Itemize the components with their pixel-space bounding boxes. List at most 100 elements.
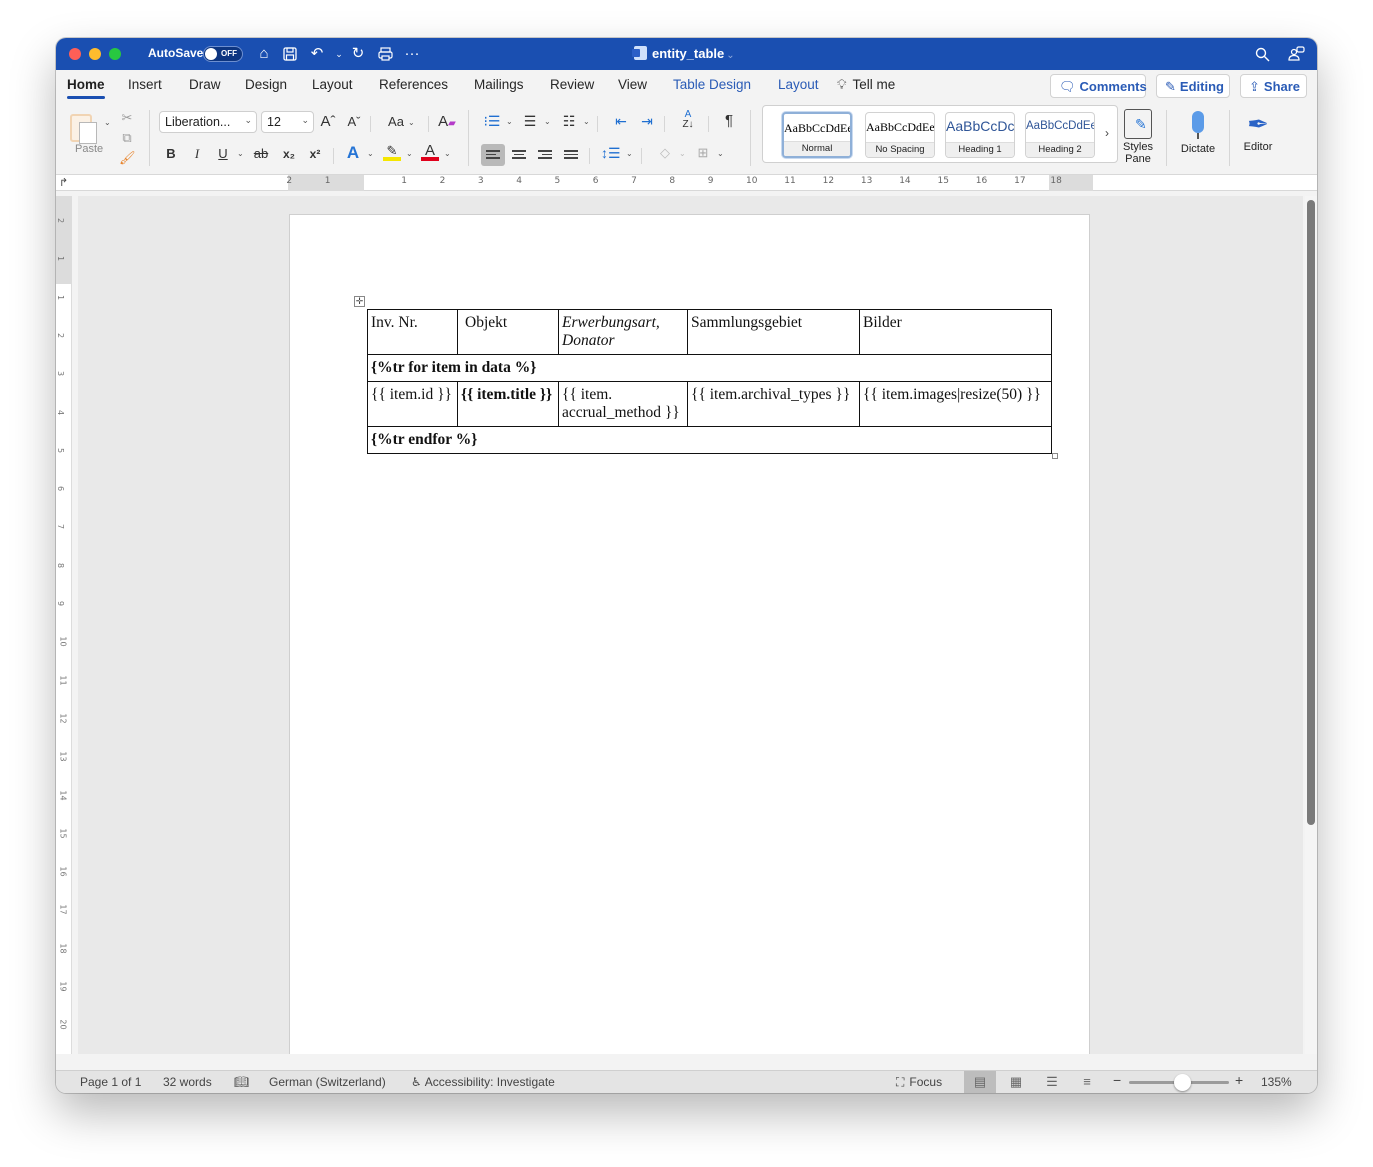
more-icon[interactable]: ··· [402, 44, 422, 64]
tell-me-search[interactable]: 💡︎ Tell me [837, 77, 895, 93]
vertical-ruler[interactable]: 2 1 1 2 3 4 5 6 7 8 9 10 11 12 13 14 15 16 17 18 19 20 [56, 196, 72, 1054]
style-heading-2[interactable]: AaBbCcDdEe Heading 2 [1025, 112, 1095, 158]
superscript-button[interactable]: x² [306, 145, 324, 163]
copy-icon[interactable]: ⧉ [119, 130, 135, 146]
share-button[interactable]: ⇪ Share [1240, 74, 1307, 98]
draft-view-icon[interactable]: ≡ [1071, 1071, 1103, 1093]
underline-button[interactable]: U [216, 145, 230, 163]
minimize-window-button[interactable] [89, 48, 101, 60]
loop-start-cell[interactable]: {%tr for item in data %} [367, 354, 1052, 382]
document-title[interactable]: entity_table ⌄ [632, 46, 735, 61]
style-no-spacing[interactable]: AaBbCcDdEe No Spacing [865, 112, 935, 158]
cell-item-archival-types[interactable]: {{ item.archival_types }} [687, 381, 860, 427]
align-right-icon[interactable] [538, 150, 552, 162]
redo-icon[interactable]: ↻ [348, 44, 368, 64]
print-icon[interactable] [375, 44, 395, 64]
chevron-down-icon[interactable]: ⌄ [444, 149, 451, 158]
bold-button[interactable]: B [164, 145, 178, 163]
proofing-icon[interactable]: 📖︎ [234, 1075, 249, 1089]
font-color-icon[interactable]: A [421, 142, 439, 161]
show-formatting-marks-icon[interactable]: ¶ [721, 112, 737, 130]
loop-end-cell[interactable]: {%tr endfor %} [367, 426, 1052, 454]
line-spacing-icon[interactable]: ↕☰ [601, 144, 621, 162]
decrease-indent-icon[interactable]: ⇤ [612, 112, 630, 130]
chevron-down-icon[interactable]: ⌄ [583, 117, 590, 126]
search-icon[interactable] [1252, 44, 1272, 64]
format-painter-icon[interactable]: 🖌︎ [119, 150, 136, 166]
close-window-button[interactable] [69, 48, 81, 60]
styles-pane-button[interactable]: ✎ Styles Pane [1122, 107, 1154, 165]
accessibility-status[interactable]: ♿︎ Accessibility: Investigate [411, 1075, 555, 1089]
undo-dropdown-chevron-icon[interactable]: ⌄ [329, 44, 349, 64]
bullets-icon[interactable]: ⁝☰ [483, 112, 501, 130]
shading-icon[interactable]: ◇ [656, 144, 674, 162]
autosave-toggle[interactable]: OFF [203, 46, 243, 62]
table-resize-handle[interactable] [1052, 453, 1058, 459]
vertical-scrollbar[interactable] [1305, 196, 1317, 1054]
page-count[interactable]: Page 1 of 1 [80, 1075, 141, 1089]
word-count[interactable]: 32 words [163, 1075, 212, 1089]
strikethrough-button[interactable]: ab [252, 145, 270, 163]
tab-insert[interactable]: Insert [128, 77, 162, 92]
tab-mailings[interactable]: Mailings [474, 77, 524, 92]
subscript-button[interactable]: x₂ [280, 145, 298, 163]
font-size-select[interactable]: 12 ⌄ [261, 111, 314, 133]
tab-draw[interactable]: Draw [189, 77, 221, 92]
tab-view[interactable]: View [618, 77, 647, 92]
align-center-icon[interactable] [512, 150, 526, 162]
horizontal-ruler[interactable]: ↱ 2 1 1 2 3 4 5 6 7 8 9 10 11 12 13 14 15 16 17 18 [56, 174, 1317, 191]
header-cell-bilder[interactable]: Bilder [859, 309, 1052, 355]
zoom-percent[interactable]: 135% [1261, 1075, 1292, 1089]
multilevel-list-icon[interactable]: ☷ [560, 112, 578, 130]
focus-button[interactable]: ⛶ Focus [896, 1075, 942, 1090]
header-cell-inv-nr[interactable]: Inv. Nr. [367, 309, 458, 355]
outline-view-icon[interactable]: ☰ [1036, 1071, 1068, 1093]
chevron-down-icon[interactable]: ⌄ [406, 149, 413, 158]
comments-button[interactable]: 🗨︎ Comments [1050, 74, 1147, 98]
tab-references[interactable]: References [379, 77, 448, 92]
print-layout-view-icon[interactable]: ▤ [964, 1071, 996, 1093]
numbering-icon[interactable]: ☰ [521, 112, 539, 130]
header-cell-erwerbungsart[interactable]: Erwerbungsart, Donator [558, 309, 688, 355]
tab-home[interactable]: Home [67, 77, 105, 99]
account-icon[interactable] [1286, 44, 1306, 64]
chevron-down-icon[interactable]: ⌄ [506, 117, 513, 126]
zoom-slider-thumb[interactable] [1174, 1074, 1191, 1091]
zoom-in-icon[interactable]: + [1235, 1072, 1243, 1088]
save-icon[interactable] [280, 44, 300, 64]
increase-indent-icon[interactable]: ⇥ [638, 112, 656, 130]
chevron-down-icon[interactable]: ⌄ [367, 149, 374, 158]
chevron-down-icon[interactable]: ⌄ [717, 149, 724, 158]
gallery-next-chevron-icon[interactable]: › [1105, 126, 1109, 140]
maximize-window-button[interactable] [109, 48, 121, 60]
tab-table-layout[interactable]: Layout [778, 77, 819, 92]
justify-icon[interactable] [564, 150, 578, 162]
grow-font-icon[interactable]: Aˆ [319, 113, 337, 131]
paste-button[interactable] [70, 110, 100, 144]
tab-table-design[interactable]: Table Design [673, 77, 751, 92]
chevron-down-icon[interactable]: ⌄ [408, 118, 415, 127]
sort-icon[interactable]: A Z↓ [678, 110, 698, 132]
editing-button[interactable]: ✎ Editing [1156, 74, 1230, 98]
cut-icon[interactable]: ✂ [120, 110, 134, 126]
borders-icon[interactable]: ⊞ [694, 144, 712, 162]
zoom-out-icon[interactable]: − [1113, 1072, 1121, 1088]
text-effects-icon[interactable]: A [344, 144, 362, 162]
highlight-icon[interactable]: ✎ [383, 142, 401, 161]
clear-formatting-icon[interactable]: A▰ [438, 113, 456, 131]
chevron-down-icon[interactable]: ⌄ [544, 117, 551, 126]
shrink-font-icon[interactable]: Aˇ [345, 113, 363, 131]
cell-item-accrual-method[interactable]: {{ item. accrual_method }} [558, 381, 688, 427]
header-cell-sammlungsgebiet[interactable]: Sammlungsgebiet [687, 309, 860, 355]
tab-review[interactable]: Review [550, 77, 594, 92]
table-move-handle[interactable]: ✛ [354, 296, 365, 307]
chevron-down-icon[interactable]: ⌄ [237, 149, 244, 158]
document-table[interactable]: Inv. Nr. Objekt Erwerbungsart, Donator S… [367, 309, 1052, 454]
chevron-down-icon[interactable]: ⌄ [679, 149, 686, 158]
tab-stop-selector-icon[interactable]: ↱ [59, 176, 68, 189]
cell-item-images[interactable]: {{ item.images|resize(50) }} [859, 381, 1052, 427]
home-icon[interactable]: ⌂ [254, 44, 274, 64]
paste-dropdown-icon[interactable]: ⌄ [104, 118, 111, 127]
document-page[interactable]: ✛ Inv. Nr. Objekt Erwerbungsart, Donator… [289, 214, 1090, 1054]
style-normal[interactable]: AaBbCcDdEe Normal [782, 112, 852, 158]
